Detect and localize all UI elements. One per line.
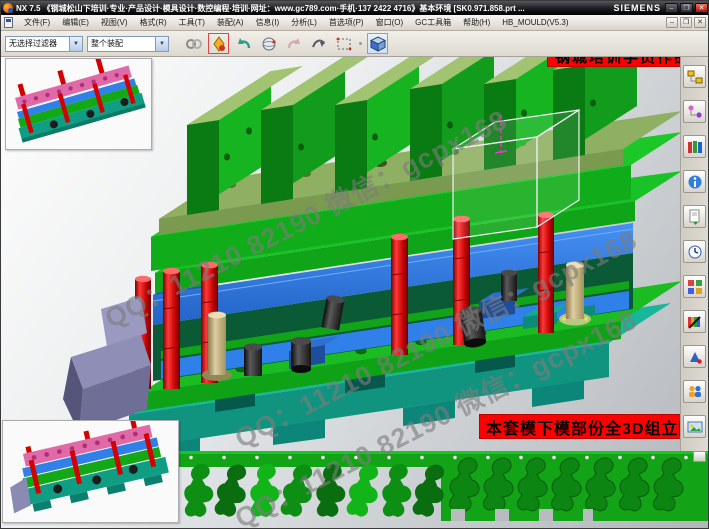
mdi-restore-button[interactable]: ❐ (680, 17, 692, 28)
minimize-button[interactable]: – (665, 3, 678, 13)
layer-settings-icon[interactable] (683, 275, 706, 298)
menu-view[interactable]: 视图(V) (95, 15, 134, 30)
menu-assemblies[interactable]: 装配(A) (211, 15, 250, 30)
toolbar-icons (183, 33, 392, 54)
selection-toolbar: 无选择过滤器 ▼ 整个装配 ▼ (1, 31, 709, 57)
preview-inset-top-left (5, 58, 152, 150)
menu-window[interactable]: 窗口(O) (370, 15, 410, 30)
menu-hb-mould[interactable]: HB_MOULD(V5.3) (496, 16, 574, 29)
mdi-minimize-button[interactable]: – (666, 17, 678, 28)
edit-object-display-icon[interactable] (683, 345, 706, 368)
strip-window-button[interactable] (693, 451, 706, 462)
assembly-navigator-icon[interactable] (683, 65, 706, 88)
selection-scope-combo[interactable]: 整个装配 ▼ (87, 36, 169, 52)
menu-help[interactable]: 帮助(H) (457, 15, 496, 30)
part-document-icon (4, 17, 13, 28)
menu-gc-toolbox[interactable]: GC工具箱 (409, 15, 457, 30)
orbit-icon[interactable] (258, 33, 279, 54)
part-navigator-icon[interactable] (683, 135, 706, 158)
menu-tools[interactable]: 工具(T) (173, 15, 211, 30)
menu-bar: 文件(F) 编辑(E) 视图(V) 格式(R) 工具(T) 装配(A) 信息(I… (1, 15, 709, 31)
type-filter-combo[interactable]: 无选择过滤器 ▼ (5, 36, 83, 52)
strip-hanging-parts (182, 463, 447, 519)
roles-icon[interactable] (683, 380, 706, 403)
menu-information[interactable]: 信息(I) (250, 15, 286, 30)
internet-icon[interactable] (683, 170, 706, 193)
history-icon[interactable] (683, 240, 706, 263)
preview-inset-bottom-left (2, 420, 179, 523)
shaded-view-icon[interactable] (367, 33, 388, 54)
image-capture-icon[interactable] (683, 415, 706, 438)
close-button[interactable]: ✕ (695, 3, 708, 13)
resource-bar (680, 31, 708, 451)
title-bar: NX 7.5 《钢城松山下培训·专业·产品设计·模具设计·数控编程·培训·网址：… (1, 1, 709, 15)
window-title: NX 7.5 《钢城松山下培训·专业·产品设计·模具设计·数控编程·培训·网址：… (16, 3, 609, 14)
restore-button[interactable]: ❐ (680, 3, 693, 13)
menu-preferences[interactable]: 首选项(P) (323, 15, 370, 30)
swap-view-icon[interactable] (308, 33, 329, 54)
chevron-down-icon[interactable]: ▼ (155, 37, 168, 51)
redo-icon[interactable] (283, 33, 304, 54)
menu-edit[interactable]: 编辑(E) (56, 15, 95, 30)
snap-point-icon[interactable] (183, 33, 204, 54)
rectangle-select-icon[interactable] (333, 33, 354, 54)
nx-application-window: NX 7.5 《钢城松山下培训·专业·产品设计·模具设计·数控编程·培训·网址：… (0, 0, 709, 529)
menu-file[interactable]: 文件(F) (18, 15, 56, 30)
mdi-window-controls: – ❐ ✕ (664, 17, 706, 28)
menu-analysis[interactable]: 分析(L) (285, 15, 323, 30)
visualization-icon[interactable] (683, 310, 706, 333)
selection-filter-icon[interactable] (208, 33, 229, 54)
toolbar-separator (359, 42, 362, 45)
reuse-library-icon[interactable] (683, 205, 706, 228)
watermark-banner-bottom: 本套模下模部份全3D组立图 (479, 414, 702, 439)
selection-scope-value: 整个装配 (88, 38, 155, 49)
type-filter-value: 无选择过滤器 (6, 38, 69, 49)
die-strip (179, 449, 709, 527)
menu-format[interactable]: 格式(R) (134, 15, 173, 30)
siemens-brand: SIEMENS (613, 3, 661, 13)
nx-logo-icon (3, 3, 13, 13)
constraint-navigator-icon[interactable] (683, 100, 706, 123)
mdi-close-button[interactable]: ✕ (694, 17, 706, 28)
chevron-down-icon[interactable]: ▼ (69, 37, 82, 51)
undo-icon[interactable] (233, 33, 254, 54)
